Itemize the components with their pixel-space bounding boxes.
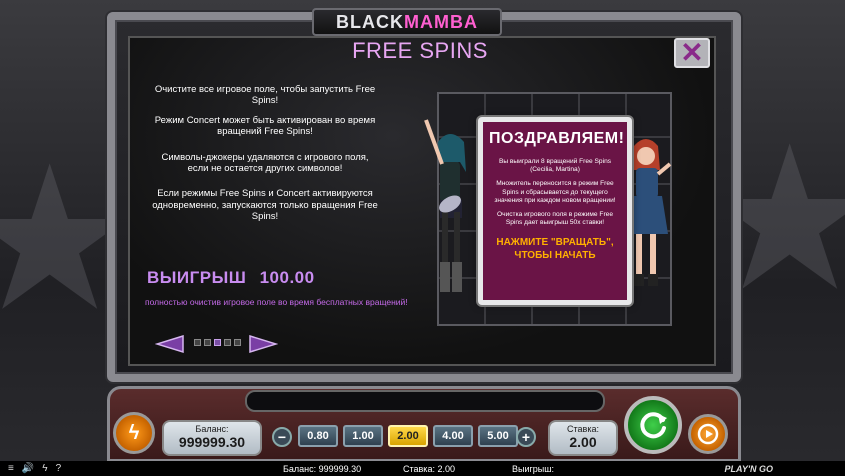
- rule-text: Режим Concert может быть активирован во …: [154, 114, 376, 138]
- status-stake: Ставка: 2.00: [403, 463, 455, 474]
- stake-display: Ставка: 2.00: [548, 420, 618, 456]
- guitarist-character: [424, 119, 466, 292]
- next-page-button[interactable]: [248, 334, 278, 354]
- page-dot[interactable]: [234, 339, 241, 346]
- sound-icon[interactable]: 🔊: [22, 463, 34, 474]
- popup-line: Множитель переносится в режим Free Spins…: [494, 180, 616, 204]
- lightning-icon[interactable]: ϟ: [42, 463, 47, 474]
- status-icons: ≡ 🔊 ϟ ?: [8, 463, 61, 474]
- stake-value: 2.00: [569, 434, 597, 450]
- congrats-popup[interactable]: ПОЗДРАВЛЯЕМ! Вы выиграли 8 вращений Free…: [478, 117, 632, 305]
- plus-icon: +: [521, 429, 531, 445]
- status-win: Выигрыш:: [512, 463, 554, 474]
- balance-display: Баланс: 999999.30: [162, 420, 262, 456]
- menu-icon[interactable]: ≡: [8, 463, 14, 474]
- stake-label: Ставка:: [567, 424, 599, 434]
- balance-value: 999999.30: [178, 434, 246, 450]
- logo-prefix: BLACK: [336, 11, 404, 32]
- close-button[interactable]: ✕: [674, 38, 710, 68]
- panel-title: FREE SPINS: [352, 38, 488, 63]
- bet-option-button[interactable]: 0.80: [298, 425, 338, 447]
- minus-icon: −: [277, 429, 287, 445]
- page-dot[interactable]: [194, 339, 201, 346]
- popup-line: Вы выиграли 8 вращений Free Spins (Cecil…: [498, 158, 612, 174]
- page-dot[interactable]: [224, 339, 231, 346]
- bet-option-button[interactable]: 1.00: [343, 425, 383, 447]
- status-balance: Баланс: 999999.30: [283, 463, 362, 474]
- message-slot: [245, 390, 605, 412]
- rules-text: Очистите все игровое поле, чтобы запусти…: [150, 84, 380, 231]
- help-icon[interactable]: ?: [56, 463, 62, 474]
- spin-button[interactable]: [624, 396, 682, 454]
- lightning-icon: ϟ: [128, 421, 140, 444]
- bet-option-button[interactable]: 2.00: [388, 425, 428, 447]
- win-label: ВЫИГРЫШ: [147, 268, 247, 287]
- bet-option-button[interactable]: 4.00: [433, 425, 473, 447]
- rule-text: Символы-джокеры удаляются с игрового пол…: [161, 151, 369, 174]
- rule-text: Если режимы Free Spins и Concert активир…: [152, 188, 378, 223]
- close-icon: ✕: [680, 37, 704, 68]
- autoplay-button[interactable]: [688, 414, 728, 454]
- status-bar: ≡ 🔊 ϟ ? Баланс: 999999.30 Ставка: 2.00 В…: [0, 461, 845, 476]
- win-note: полностью очистив игровое поле во время …: [145, 297, 408, 307]
- game-logo: BLACK MAMBA: [312, 8, 502, 36]
- balance-label: Баланс:: [195, 424, 229, 434]
- rule-text: Очистите все игровое поле, чтобы запусти…: [154, 84, 376, 107]
- popup-line: Очистка игрового поля в режиме Free Spin…: [497, 211, 613, 227]
- logo-accent: MAMBA: [404, 11, 478, 32]
- increase-bet-button[interactable]: +: [516, 427, 536, 447]
- win-value: 100.00: [259, 268, 315, 287]
- autoplay-icon: [697, 423, 719, 445]
- win-display: ВЫИГРЫШ 100.00: [147, 268, 315, 288]
- popup-heading: ПОЗДРАВЛЯЕМ!: [489, 130, 625, 147]
- bet-option-button[interactable]: 5.00: [478, 425, 518, 447]
- prev-page-button[interactable]: [155, 334, 185, 354]
- game-screen: ★ ★ BLACK MAMBA FREE SPINS ✕ Очистите вс…: [0, 0, 845, 476]
- info-button[interactable]: ϟ: [113, 412, 155, 454]
- popup-cta: НАЖМИТЕ "ВРАЩАТЬ", ЧТОБЫ НАЧАТЬ: [496, 236, 614, 261]
- page-indicator: [194, 339, 241, 346]
- page-dot[interactable]: [214, 339, 221, 346]
- refresh-icon: [640, 412, 667, 439]
- decrease-bet-button[interactable]: −: [272, 427, 292, 447]
- provider-logo: PLAY'N GO: [724, 463, 773, 474]
- bet-selector: 0.80 1.00 2.00 4.00 5.00: [298, 425, 518, 447]
- page-dot[interactable]: [204, 339, 211, 346]
